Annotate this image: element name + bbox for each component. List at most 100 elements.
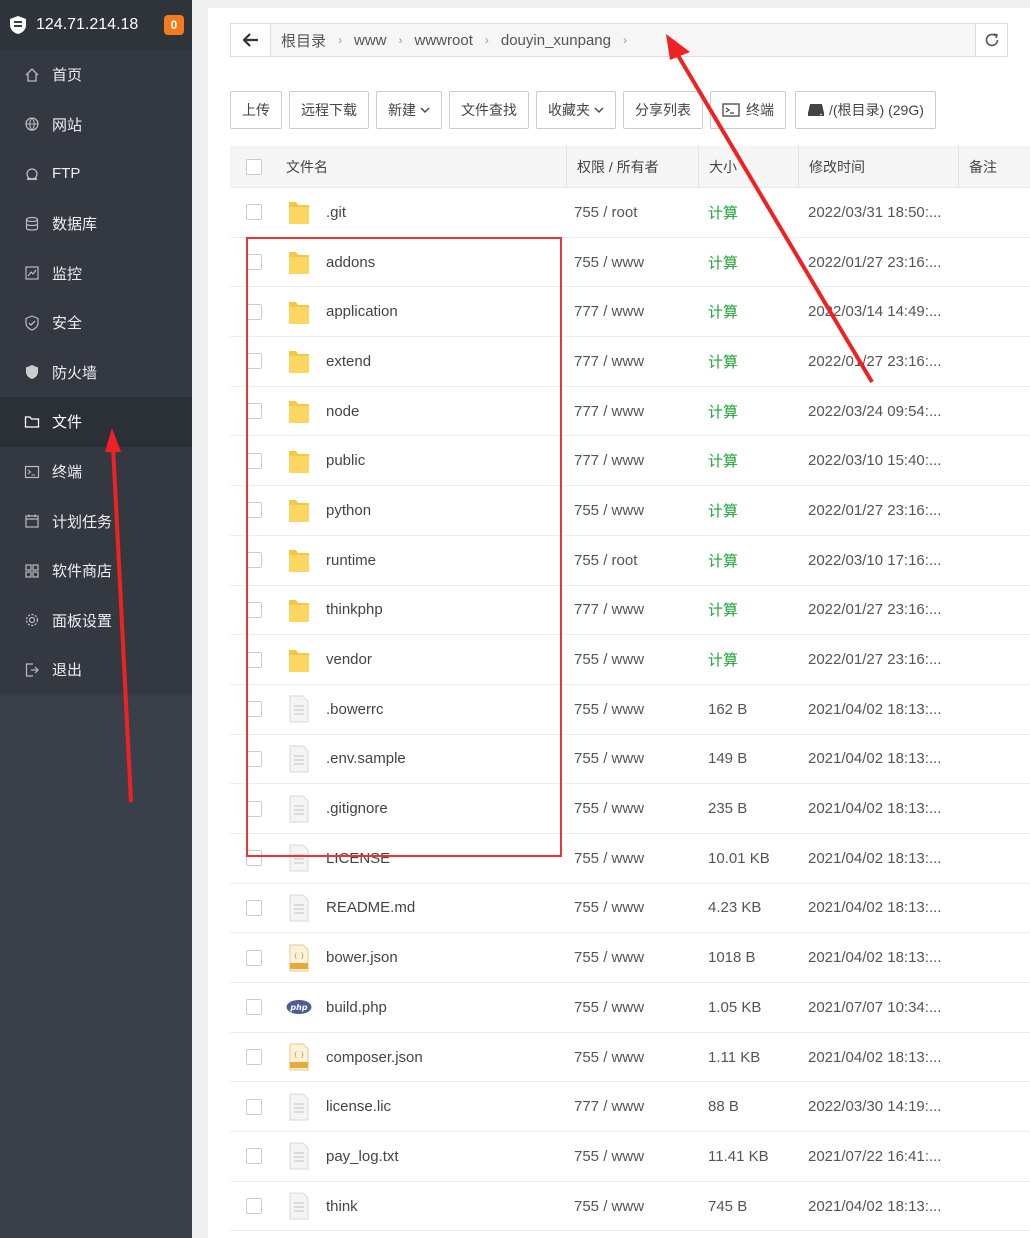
- table-row[interactable]: { } composer.json 755 / www 1.11 KB 2021/04/…: [230, 1033, 1030, 1083]
- file-perm[interactable]: 755 / root: [566, 204, 698, 221]
- select-all-checkbox[interactable]: [246, 158, 262, 175]
- row-checkbox[interactable]: [246, 1198, 262, 1215]
- header-size[interactable]: 大小: [698, 145, 798, 188]
- file-perm[interactable]: 777 / www: [566, 303, 698, 320]
- table-row[interactable]: php build.php 755 / www 1.05 KB 2021/07/07 1…: [230, 983, 1030, 1033]
- terminal-button[interactable]: 终端: [710, 91, 786, 129]
- file-name[interactable]: python: [326, 502, 371, 519]
- file-perm[interactable]: 755 / www: [566, 999, 698, 1016]
- file-name[interactable]: .env.sample: [326, 750, 406, 767]
- table-row[interactable]: think 755 / www 745 B 2021/04/02 18:13:...: [230, 1182, 1030, 1232]
- file-perm[interactable]: 755 / www: [566, 1148, 698, 1165]
- file-perm[interactable]: 777 / www: [566, 353, 698, 370]
- table-row[interactable]: LICENSE 755 / www 10.01 KB 2021/04/02 18:13…: [230, 834, 1030, 884]
- table-row[interactable]: .env.sample 755 / www 149 B 2021/04/02 18:1…: [230, 735, 1030, 785]
- row-checkbox[interactable]: [246, 353, 262, 370]
- table-row[interactable]: .git 755 / root 计算 2022/03/31 18:50:...: [230, 188, 1030, 238]
- row-checkbox[interactable]: [246, 204, 262, 221]
- file-name[interactable]: addons: [326, 254, 375, 271]
- file-size[interactable]: 计算: [698, 351, 798, 372]
- file-size[interactable]: 计算: [698, 649, 798, 670]
- file-name[interactable]: vendor: [326, 651, 372, 668]
- file-size[interactable]: 计算: [698, 252, 798, 273]
- row-checkbox[interactable]: [246, 800, 262, 817]
- sidebar-item-10[interactable]: 软件商店: [0, 546, 192, 596]
- table-row[interactable]: node 777 / www 计算 2022/03/24 09:54:...: [230, 387, 1030, 437]
- file-name[interactable]: runtime: [326, 552, 376, 569]
- file-size[interactable]: 计算: [698, 202, 798, 223]
- back-button[interactable]: [231, 24, 271, 56]
- upload-button[interactable]: 上传: [230, 91, 282, 129]
- table-row[interactable]: pay_log.txt 755 / www 11.41 KB 2021/07/22 1…: [230, 1132, 1030, 1182]
- file-perm[interactable]: 755 / www: [566, 850, 698, 867]
- table-row[interactable]: thinkphp 777 / www 计算 2022/01/27 23:16:...: [230, 586, 1030, 636]
- file-size[interactable]: 计算: [698, 401, 798, 422]
- table-row[interactable]: python 755 / www 计算 2022/01/27 23:16:...: [230, 486, 1030, 536]
- table-row[interactable]: vendor 755 / www 计算 2022/01/27 23:16:...: [230, 635, 1030, 685]
- sidebar-item-3[interactable]: 数据库: [0, 199, 192, 249]
- sidebar-item-1[interactable]: 网站: [0, 100, 192, 150]
- row-checkbox[interactable]: [246, 850, 262, 867]
- file-perm[interactable]: 755 / www: [566, 651, 698, 668]
- file-size[interactable]: 计算: [698, 599, 798, 620]
- row-checkbox[interactable]: [246, 1148, 262, 1165]
- table-row[interactable]: .bowerrc 755 / www 162 B 2021/04/02 18:13:.…: [230, 685, 1030, 735]
- breadcrumb-item[interactable]: wwwroot: [415, 32, 473, 49]
- file-name[interactable]: thinkphp: [326, 601, 383, 618]
- file-size[interactable]: 计算: [698, 500, 798, 521]
- row-checkbox[interactable]: [246, 750, 262, 767]
- sidebar-item-9[interactable]: 计划任务: [0, 496, 192, 546]
- row-checkbox[interactable]: [246, 1098, 262, 1115]
- file-name[interactable]: .git: [326, 204, 346, 221]
- file-search-button[interactable]: 文件查找: [449, 91, 529, 129]
- sidebar-item-11[interactable]: 面板设置: [0, 596, 192, 646]
- file-perm[interactable]: 755 / www: [566, 254, 698, 271]
- file-perm[interactable]: 755 / root: [566, 552, 698, 569]
- file-name[interactable]: composer.json: [326, 1049, 423, 1066]
- sidebar-item-12[interactable]: 退出: [0, 645, 192, 695]
- breadcrumb-item[interactable]: 根目录: [281, 30, 326, 51]
- file-name[interactable]: license.lic: [326, 1098, 391, 1115]
- file-size[interactable]: 计算: [698, 450, 798, 471]
- row-checkbox[interactable]: [246, 552, 262, 569]
- file-size[interactable]: 计算: [698, 550, 798, 571]
- table-row[interactable]: extend 777 / www 计算 2022/01/27 23:16:...: [230, 337, 1030, 387]
- sidebar-item-4[interactable]: 监控: [0, 248, 192, 298]
- row-checkbox[interactable]: [246, 403, 262, 420]
- disk-button[interactable]: /(根目录) (29G): [795, 91, 936, 129]
- share-list-button[interactable]: 分享列表: [623, 91, 703, 129]
- file-perm[interactable]: 777 / www: [566, 452, 698, 469]
- header-mtime[interactable]: 修改时间: [798, 145, 958, 188]
- file-perm[interactable]: 777 / www: [566, 601, 698, 618]
- table-row[interactable]: license.lic 777 / www 88 B 2022/03/30 14:19…: [230, 1082, 1030, 1133]
- file-name[interactable]: bower.json: [326, 949, 398, 966]
- file-perm[interactable]: 755 / www: [566, 949, 698, 966]
- sidebar-item-6[interactable]: 防火墙: [0, 348, 192, 398]
- file-name[interactable]: think: [326, 1198, 358, 1215]
- notification-badge[interactable]: 0: [164, 15, 184, 35]
- refresh-button[interactable]: [975, 24, 1007, 56]
- table-row[interactable]: application 777 / www 计算 2022/03/14 14:49:.…: [230, 287, 1030, 338]
- file-name[interactable]: node: [326, 403, 359, 420]
- file-perm[interactable]: 755 / www: [566, 502, 698, 519]
- row-checkbox[interactable]: [246, 999, 262, 1016]
- table-row[interactable]: { } bower.json 755 / www 1018 B 2021/04/02 1…: [230, 933, 1030, 983]
- file-name[interactable]: LICENSE: [326, 850, 390, 867]
- row-checkbox[interactable]: [246, 254, 262, 271]
- file-name[interactable]: pay_log.txt: [326, 1148, 399, 1165]
- row-checkbox[interactable]: [246, 601, 262, 618]
- sidebar-item-5[interactable]: 安全: [0, 298, 192, 348]
- remote-download-button[interactable]: 远程下载: [289, 91, 369, 129]
- file-perm[interactable]: 755 / www: [566, 1198, 698, 1215]
- header-name[interactable]: 文件名: [278, 157, 566, 177]
- new-dropdown-button[interactable]: 新建: [376, 91, 442, 129]
- row-checkbox[interactable]: [246, 899, 262, 916]
- row-checkbox[interactable]: [246, 1049, 262, 1066]
- table-row[interactable]: public 777 / www 计算 2022/03/10 15:40:...: [230, 436, 1030, 487]
- row-checkbox[interactable]: [246, 303, 262, 320]
- file-name[interactable]: .bowerrc: [326, 701, 384, 718]
- file-perm[interactable]: 777 / www: [566, 403, 698, 420]
- file-name[interactable]: application: [326, 303, 398, 320]
- row-checkbox[interactable]: [246, 452, 262, 469]
- file-name[interactable]: README.md: [326, 899, 415, 916]
